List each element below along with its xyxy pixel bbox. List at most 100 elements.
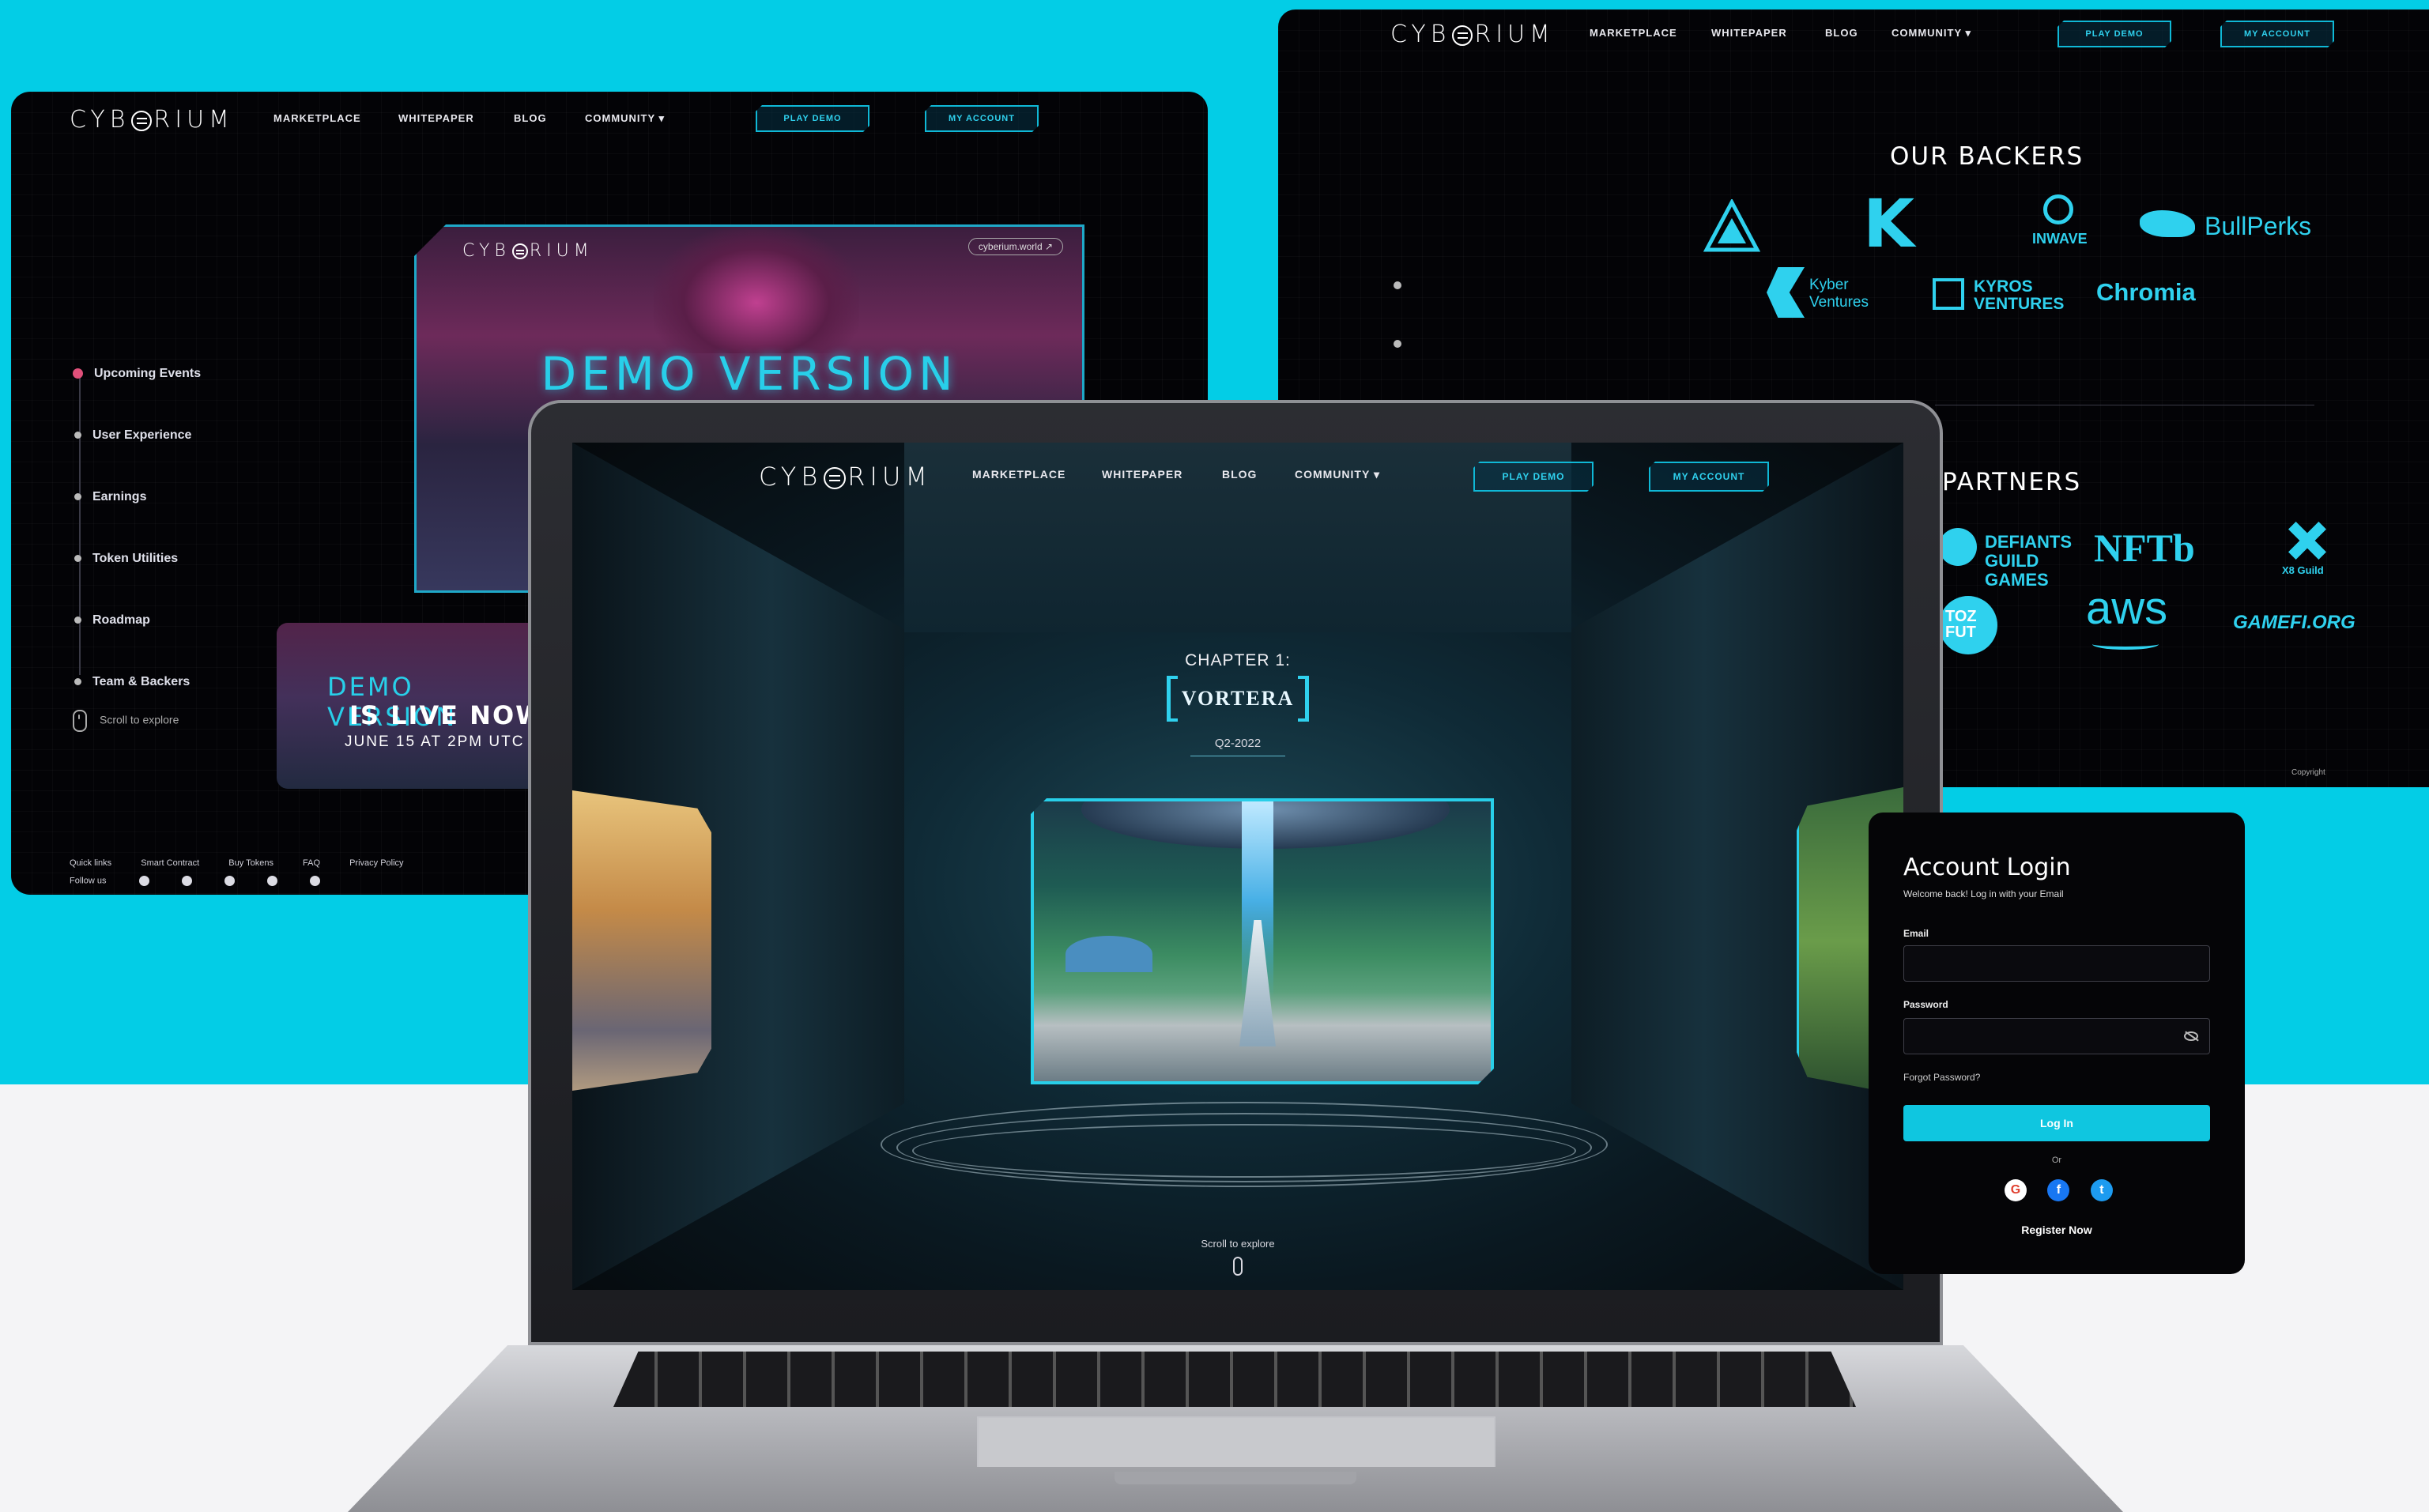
nav-community[interactable]: COMMUNITY ▾: [1295, 468, 1380, 481]
nav-whitepaper[interactable]: WHITEPAPER: [398, 112, 474, 124]
my-account-button[interactable]: MY ACCOUNT: [2220, 21, 2334, 47]
password-label: Password: [1903, 999, 1948, 1010]
chapter-card-previous[interactable]: [572, 790, 711, 1091]
logo-emblem-icon: [1452, 25, 1473, 46]
nav-whitepaper[interactable]: WHITEPAPER: [1711, 27, 1787, 39]
side-nav-item-roadmap[interactable]: Roadmap: [74, 613, 150, 628]
facebook-icon[interactable]: [309, 876, 320, 886]
side-nav-label: Earnings: [92, 490, 147, 503]
footer-link-privacy[interactable]: Privacy Policy: [349, 858, 403, 868]
nav-marketplace[interactable]: MARKETPLACE: [972, 468, 1066, 481]
nav-blog[interactable]: BLOG: [1825, 27, 1858, 39]
side-nav-item-upcoming-events[interactable]: Upcoming Events: [73, 367, 202, 381]
side-nav-item-user-experience[interactable]: User Experience: [74, 428, 191, 443]
chapter-card-vortera[interactable]: [1031, 798, 1494, 1084]
password-field[interactable]: [1903, 1018, 2210, 1054]
login-subtitle: Welcome back! Log in with your Email: [1903, 888, 2064, 899]
account-login-modal: Account Login Welcome back! Log in with …: [1869, 813, 2245, 1274]
brand-logo[interactable]: CYB RIUM: [70, 106, 234, 134]
brand-logo[interactable]: CYB RIUM: [759, 462, 932, 492]
partner-aws: aws: [2086, 583, 2168, 634]
backer-kyber-ventures: Kyber Ventures: [1809, 277, 1869, 311]
demo-version-title: DEMO VERSION: [541, 347, 958, 401]
laptop-keyboard: [613, 1352, 1856, 1407]
dot-icon: [74, 555, 81, 563]
side-nav-item-team-backers[interactable]: Team & Backers: [74, 675, 190, 689]
play-demo-button[interactable]: PLAY DEMO: [756, 105, 869, 132]
laptop-screen: CYB RIUM MARKETPLACE WHITEPAPER BLOG COMM…: [572, 443, 1903, 1290]
side-nav-item-token-utilities[interactable]: Token Utilities: [74, 552, 178, 566]
login-button[interactable]: Log In: [1903, 1105, 2210, 1141]
side-nav-label: Upcoming Events: [94, 367, 202, 380]
card-logo-pre: CYB: [462, 241, 511, 261]
mouse-icon: [73, 710, 87, 732]
aws-smile-icon: [2092, 639, 2159, 650]
partners-title: PARTNERS: [1942, 468, 2082, 496]
play-demo-button[interactable]: PLAY DEMO: [2057, 21, 2171, 47]
side-nav-line: [79, 375, 81, 675]
medium-icon[interactable]: [138, 876, 149, 886]
my-account-button[interactable]: MY ACCOUNT: [925, 105, 1039, 132]
chapter-date: Q2-2022: [1214, 737, 1262, 750]
partner-defiants: DEFIANTS GUILD GAMES: [1985, 532, 2072, 590]
side-nav-label: Roadmap: [92, 613, 150, 627]
nav-blog[interactable]: BLOG: [514, 112, 547, 124]
copyright: Copyright: [2291, 768, 2325, 777]
footer-link-faq[interactable]: FAQ: [303, 858, 320, 868]
mouse-icon: [1233, 1257, 1243, 1276]
login-title: Account Login: [1903, 854, 2071, 881]
laptop-trackpad: [977, 1416, 1495, 1467]
footer-link-smart-contract[interactable]: Smart Contract: [141, 858, 199, 868]
footer-link-buy-tokens[interactable]: Buy Tokens: [228, 858, 273, 868]
chapter-label: CHAPTER 1:: [1185, 651, 1291, 669]
forgot-password-link[interactable]: Forgot Password?: [1903, 1072, 1980, 1083]
dot-icon: [74, 493, 81, 501]
google-icon[interactable]: G: [2005, 1179, 2027, 1201]
section-dot-icon[interactable]: [1394, 281, 1401, 289]
demo-live-card[interactable]: DEMO VERSION IS LIVE NOW JUNE 15 AT 2PM …: [277, 623, 545, 789]
nav-marketplace[interactable]: MARKETPLACE: [273, 112, 361, 124]
twitter-icon[interactable]: [266, 876, 277, 886]
demo-live-line3: JUNE 15 AT 2PM UTC: [345, 733, 525, 750]
demo-machine-image: [654, 227, 859, 353]
discord-icon[interactable]: [181, 876, 192, 886]
logo-emblem-icon: [824, 467, 847, 489]
play-demo-button[interactable]: PLAY DEMO: [1473, 462, 1594, 492]
side-nav-label: Team & Backers: [92, 675, 190, 688]
cyberium-world-link[interactable]: cyberium.world ↗: [968, 238, 1063, 255]
bull-icon: [2140, 210, 2195, 237]
backer-bullperks: BullPerks: [2205, 212, 2312, 240]
nav-whitepaper[interactable]: WHITEPAPER: [1102, 468, 1182, 481]
email-label: Email: [1903, 928, 1929, 939]
logo-text-pre: CYB: [1390, 21, 1451, 48]
brand-logo[interactable]: CYB RIUM: [1390, 21, 1555, 48]
facebook-icon[interactable]: f: [2047, 1179, 2070, 1201]
backer-kyros: KYROS VENTURES: [1974, 277, 2065, 313]
email-field[interactable]: [1903, 945, 2210, 982]
x8-guild-icon: [2288, 522, 2326, 560]
hide-password-icon[interactable]: [2184, 1031, 2198, 1041]
twitter-icon[interactable]: t: [2090, 1179, 2113, 1201]
scroll-explore-label: Scroll to explore: [1201, 1238, 1275, 1250]
dot-icon: [74, 432, 81, 439]
kyros-icon: [1933, 278, 1964, 310]
nav-marketplace[interactable]: MARKETPLACE: [1590, 27, 1677, 39]
section-dot-icon[interactable]: [1394, 340, 1401, 348]
scroll-hint: Scroll to explore: [73, 710, 179, 732]
logo-text-pre: CYB: [759, 462, 823, 492]
nav-community[interactable]: COMMUNITY ▾: [585, 112, 665, 125]
register-now-link[interactable]: Register Now: [1869, 1224, 2245, 1236]
telegram-icon[interactable]: [224, 876, 235, 886]
my-account-button[interactable]: MY ACCOUNT: [1649, 462, 1769, 492]
follow-us-row: Follow us: [70, 876, 320, 886]
dot-icon: [74, 616, 81, 624]
partner-nftb: NFTb: [2094, 526, 2195, 570]
nav-blog[interactable]: BLOG: [1222, 468, 1257, 481]
partner-gamefi: GAMEFI.ORG: [2233, 612, 2355, 633]
footer-quick-links-label: Quick links: [70, 858, 112, 868]
logo-text-post: RIUM: [847, 462, 932, 492]
side-nav-item-earnings[interactable]: Earnings: [74, 490, 146, 504]
nav-community[interactable]: COMMUNITY ▾: [1892, 27, 1971, 40]
backer-k-logo: K: [1863, 185, 1915, 262]
logo-emblem-icon: [131, 110, 153, 131]
